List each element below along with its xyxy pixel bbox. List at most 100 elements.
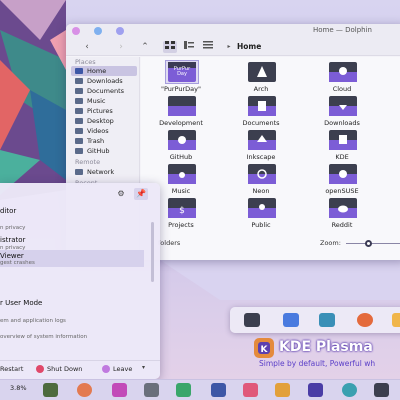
remote-header: Remote [75,158,101,166]
document-icon [75,88,83,94]
sidebar-item-github[interactable]: GitHub [71,146,137,156]
purpurday-folder-icon: PurPur Day [165,60,199,84]
folder-label: Arch [253,85,269,93]
folder-kde[interactable]: KDE [311,129,373,163]
folder-documents[interactable]: Documents [230,95,292,129]
launcher-item[interactable]: n privacy [0,224,144,232]
folder-opensuse[interactable]: openSUSE [311,163,373,197]
shutdown-button[interactable]: Shut Down [36,364,82,374]
folder-neon[interactable]: Neon [230,163,292,197]
plasma-branding: K KDE Plasma Simple by default, Powerful… [252,336,400,376]
folder-label: Cloud [332,85,352,93]
launcher-item-selected[interactable]: Viewer gest crashes [0,250,144,267]
downloads-folder-icon [329,96,357,116]
svg-text:K: K [261,345,269,355]
music-folder-icon [168,164,196,184]
folder-label: Reddit [331,221,353,229]
window-manager-icon[interactable] [244,313,260,327]
neon-folder-icon [248,164,276,184]
folder-development[interactable]: Development [150,95,212,129]
folder-cloud[interactable]: Cloud [311,61,373,95]
forward-button[interactable]: › [116,41,126,53]
sidebar-item-pictures[interactable]: Pictures [71,106,137,116]
elephant-app-icon[interactable] [176,383,191,397]
folder-label: KDE [335,153,349,161]
svg-text:$: $ [179,206,185,216]
cloud-folder-icon [329,62,357,82]
firefox-icon[interactable] [357,313,373,327]
taskbar: 3.8% [0,379,400,400]
code-folder-icon [168,96,196,116]
app-taskbar-icon[interactable] [112,383,127,397]
folder-label: GitHub [169,153,193,161]
folder-label: openSUSE [325,187,359,195]
folder-reddit[interactable]: Reddit [311,197,373,231]
folder-public[interactable]: Public [230,197,292,231]
photos-icon[interactable] [392,313,400,327]
title-bar[interactable]: Home — Dolphin [66,24,400,38]
sidebar-item-downloads[interactable]: Downloads [71,76,137,86]
launcher-scrollbar[interactable] [151,222,154,282]
terminal-taskbar-icon[interactable] [308,383,323,397]
details-list-icon [203,41,213,49]
network-icon [75,169,83,175]
image-viewer-icon[interactable] [319,313,335,327]
launcher-footer: Restart Shut Down Leave ▾ [0,360,160,378]
folder-github[interactable]: GitHub [150,129,212,163]
sidebar-item-network[interactable]: Network [71,167,137,177]
home-icon [75,68,83,74]
photos-taskbar-icon[interactable] [275,383,290,397]
github-folder-icon [168,130,196,150]
restart-button[interactable]: Restart [0,364,23,374]
up-button[interactable]: ⌃ [138,41,152,53]
launcher-item[interactable]: ditor [0,205,144,217]
folder-label: Development [159,119,203,127]
compact-list-icon [184,41,194,49]
firefox-taskbar-icon[interactable] [77,383,92,397]
dock [230,307,400,333]
kde-folder-icon [329,130,357,150]
breadcrumb-home[interactable]: Home [237,41,261,53]
sidebar-item-desktop[interactable]: Desktop [71,116,137,126]
back-button[interactable]: ‹ [82,41,92,53]
pin-icon[interactable]: 📌 [134,188,148,200]
folder-inkscape[interactable]: Inkscape [230,129,292,163]
settings-taskbar-icon[interactable] [144,383,159,397]
folder-downloads[interactable]: Downloads [311,95,373,129]
window-taskbar-icon[interactable] [374,383,389,397]
purpurday-tile-text: PurPur Day [173,66,191,77]
sidebar-item-documents[interactable]: Documents [71,86,137,96]
folder-purpurday[interactable]: PurPur Day "PurPurDay" [150,60,212,95]
details-view-button[interactable] [202,41,214,53]
launcher-item[interactable]: em and application logs [0,317,144,325]
zoom-slider-handle[interactable] [365,240,372,247]
chevron-down-icon[interactable]: ▾ [142,364,145,371]
documents-folder-icon [248,96,276,116]
system-monitor-icon[interactable] [43,383,58,397]
leave-button[interactable]: Leave [102,364,132,374]
folder-label: "PurPurDay" [160,85,201,93]
dolphin-taskbar-icon[interactable] [211,383,226,397]
leave-icon [102,365,110,373]
music-taskbar-icon[interactable] [243,383,258,397]
opensuse-folder-icon [329,164,357,184]
settings-icon[interactable]: ⚙ [114,188,128,200]
projects-folder-icon: $ [168,198,196,218]
sidebar-item-home[interactable]: Home [71,66,137,76]
launcher-item[interactable]: overview of system information [0,333,144,341]
sidebar-item-trash[interactable]: Trash [71,136,137,146]
window-title: Home — Dolphin [312,26,372,34]
compact-view-button[interactable] [183,41,195,53]
reddit-folder-icon [329,198,357,218]
mail-icon[interactable] [283,313,299,327]
sidebar-item-videos[interactable]: Videos [71,126,137,136]
icon-view-button[interactable] [163,41,177,53]
launcher-item[interactable]: r User Mode [0,298,144,308]
app-store-taskbar-icon[interactable] [342,383,357,397]
sidebar-item-music[interactable]: Music [71,96,137,106]
arch-folder-icon [248,62,276,82]
download-icon [75,78,83,84]
github-icon [75,148,83,154]
zoom-slider-track[interactable] [346,243,400,244]
folder-arch[interactable]: Arch [230,61,292,95]
